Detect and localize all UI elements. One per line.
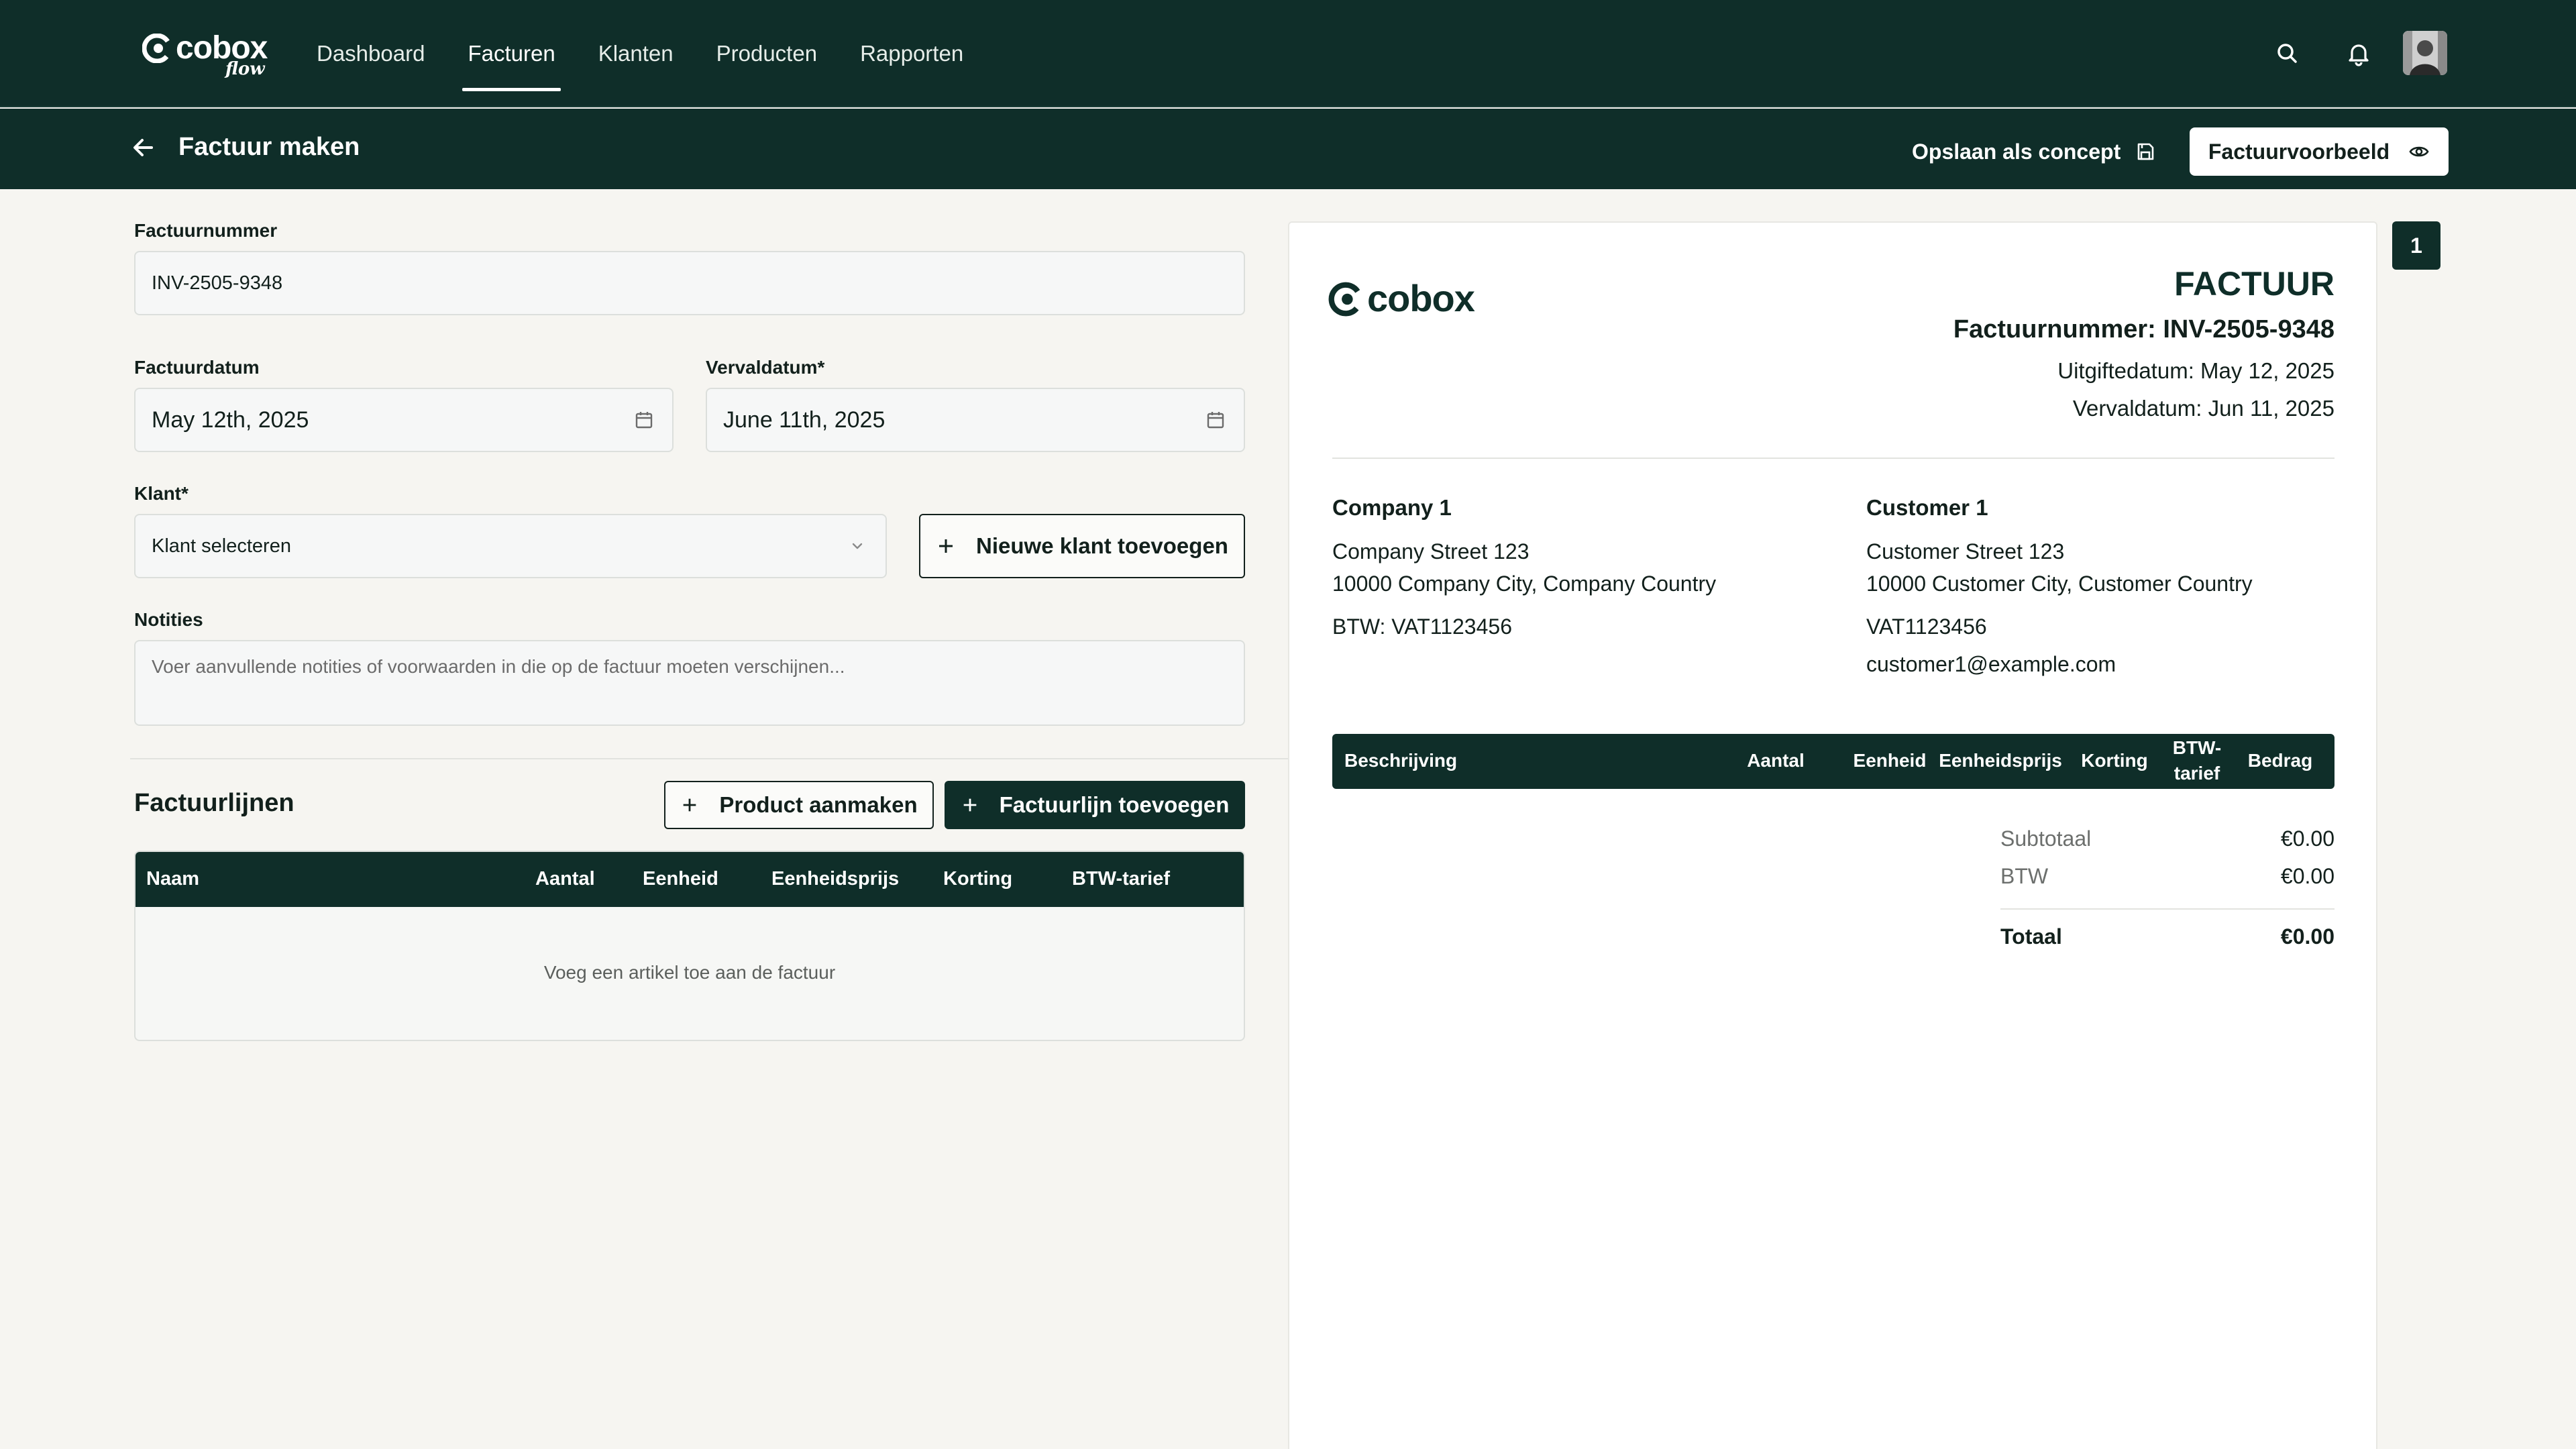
page-title: Factuur maken xyxy=(178,133,360,161)
eye-icon xyxy=(2409,146,2429,157)
invoice-lines-table: Naam Aantal Eenheid Eenheidsprijs Kortin… xyxy=(134,851,1245,1041)
customer-email: customer1@example.com xyxy=(1866,652,2116,676)
subtotal-label: Subtotaal xyxy=(2000,826,2092,851)
invoice-title: FACTUUR xyxy=(2174,265,2334,303)
column-header-eenheid: Eenheid xyxy=(1853,750,1927,771)
invoice-number-value: INV-2505-9348 xyxy=(152,272,283,294)
client-select-placeholder: Klant selecteren xyxy=(152,535,291,557)
customer-street: Customer Street 123 xyxy=(1866,539,2065,564)
client-label: Klant* xyxy=(134,483,189,504)
add-invoice-line-label: Factuurlijn toevoegen xyxy=(999,792,1230,817)
invoice-brand-name: cobox xyxy=(1367,277,1475,319)
nav-item-klanten[interactable]: Klanten xyxy=(577,0,695,107)
brand-subname: flow xyxy=(225,59,265,79)
due-date-text: Vervaldatum: Jun 11, 2025 xyxy=(2072,396,2334,421)
calendar-icon xyxy=(1207,412,1224,429)
invoice-date-value: May 12th, 2025 xyxy=(152,407,309,433)
issue-date-text: Uitgiftedatum: May 12, 2025 xyxy=(2057,358,2334,383)
invoice-items-header: Beschrijving Aantal Eenheid Eenheidsprij… xyxy=(1332,734,2334,789)
nav-item-facturen[interactable]: Facturen xyxy=(446,0,576,107)
invoice-preview-button[interactable]: Factuurvoorbeeld xyxy=(2190,127,2449,176)
new-client-button[interactable]: Nieuwe klant toevoegen xyxy=(919,514,1245,578)
new-client-label: Nieuwe klant toevoegen xyxy=(976,533,1228,558)
add-invoice-line-button[interactable]: Factuurlijn toevoegen xyxy=(945,781,1245,829)
invoice-divider xyxy=(1332,458,2334,459)
plus-icon xyxy=(684,798,696,812)
chevron-down-icon xyxy=(852,543,863,549)
company-city: 10000 Company City, Company Country xyxy=(1332,572,1717,596)
nav-item-producten[interactable]: Producten xyxy=(695,0,839,107)
client-select[interactable]: Klant selecteren xyxy=(134,514,887,578)
company-street: Company Street 123 xyxy=(1332,539,1529,564)
create-product-button[interactable]: Product aanmaken xyxy=(664,781,934,829)
calendar-icon xyxy=(635,412,653,429)
column-header-aantal: Aantal xyxy=(1747,750,1805,771)
vat-label: BTW xyxy=(2000,864,2049,888)
total-value: €0.00 xyxy=(2280,924,2334,949)
plus-icon xyxy=(963,798,976,812)
total-label: Totaal xyxy=(2000,924,2062,949)
due-date-label: Vervaldatum* xyxy=(706,357,825,378)
customer-name: Customer 1 xyxy=(1866,495,1988,520)
column-header-korting: Korting xyxy=(943,868,1013,890)
invoice-number-text: Factuurnummer: INV-2505-9348 xyxy=(1953,315,2334,343)
column-header-btw-tarief: BTW-tarief xyxy=(1072,868,1171,890)
column-header-aantal: Aantal xyxy=(535,868,595,890)
arrow-left-icon[interactable] xyxy=(130,134,157,161)
cobox-logo-icon xyxy=(1328,282,1363,317)
notes-textarea[interactable]: Voer aanvullende notities of voorwaarden… xyxy=(134,640,1245,726)
notes-placeholder: Voer aanvullende notities of voorwaarden… xyxy=(152,656,845,677)
notes-label: Notities xyxy=(134,609,203,630)
bell-icon[interactable] xyxy=(2344,39,2373,68)
invoice-number-input[interactable]: INV-2505-9348 xyxy=(134,251,1245,315)
search-icon[interactable] xyxy=(2273,39,2302,68)
vat-value: €0.00 xyxy=(2280,864,2334,888)
user-avatar[interactable] xyxy=(2403,31,2447,75)
invoice-date-picker[interactable]: May 12th, 2025 xyxy=(134,388,674,452)
table-header: Naam Aantal Eenheid Eenheidsprijs Kortin… xyxy=(136,852,1244,907)
company-name: Company 1 xyxy=(1332,495,1452,520)
nav-item-dashboard[interactable]: Dashboard xyxy=(295,0,446,107)
column-header-eenheidsprijs: Eenheidsprijs xyxy=(1939,750,2062,771)
page-number-badge[interactable]: 1 xyxy=(2392,221,2440,270)
main-nav: Dashboard Facturen Klanten Producten Rap… xyxy=(295,0,985,107)
invoice-preview-label: Factuurvoorbeeld xyxy=(2208,139,2390,164)
customer-city: 10000 Customer City, Customer Country xyxy=(1866,572,2253,596)
customer-vat: VAT1123456 xyxy=(1866,614,1987,639)
totals-divider xyxy=(2000,908,2334,910)
brand-logo[interactable]: cobox flow xyxy=(142,30,268,79)
subtotal-value: €0.00 xyxy=(2280,826,2334,851)
empty-state-message: Voeg een artikel toe aan de factuur xyxy=(543,962,836,983)
nav-item-rapporten[interactable]: Rapporten xyxy=(839,0,985,107)
column-header-beschrijving: Beschrijving xyxy=(1344,750,1458,771)
top-navbar: cobox flow Dashboard Facturen Klanten Pr… xyxy=(0,0,2576,107)
column-header-eenheid: Eenheid xyxy=(643,868,718,890)
save-draft-button[interactable]: Opslaan als concept xyxy=(1898,127,2169,176)
save-draft-label: Opslaan als concept xyxy=(1912,139,2121,164)
company-vat: BTW: VAT1123456 xyxy=(1332,614,1512,639)
column-header-naam: Naam xyxy=(146,868,199,890)
save-icon xyxy=(2137,143,2154,160)
due-date-picker[interactable]: June 11th, 2025 xyxy=(706,388,1245,452)
invoice-number-label: Factuurnummer xyxy=(134,220,278,241)
due-date-value: June 11th, 2025 xyxy=(723,407,885,433)
cobox-logo-icon xyxy=(142,34,172,63)
invoice-lines-title: Factuurlijnen xyxy=(134,789,294,817)
column-header-btw-tarief: BTW-tarief xyxy=(2172,737,2222,784)
avatar-photo-icon xyxy=(2403,31,2447,75)
column-header-korting: Korting xyxy=(2081,750,2148,771)
section-divider xyxy=(130,758,1288,759)
plus-icon xyxy=(939,539,953,553)
invoice-date-label: Factuurdatum xyxy=(134,357,260,378)
create-product-label: Product aanmaken xyxy=(719,792,918,817)
column-header-eenheidsprijs: Eenheidsprijs xyxy=(771,868,900,890)
column-header-bedrag: Bedrag xyxy=(2247,750,2313,771)
